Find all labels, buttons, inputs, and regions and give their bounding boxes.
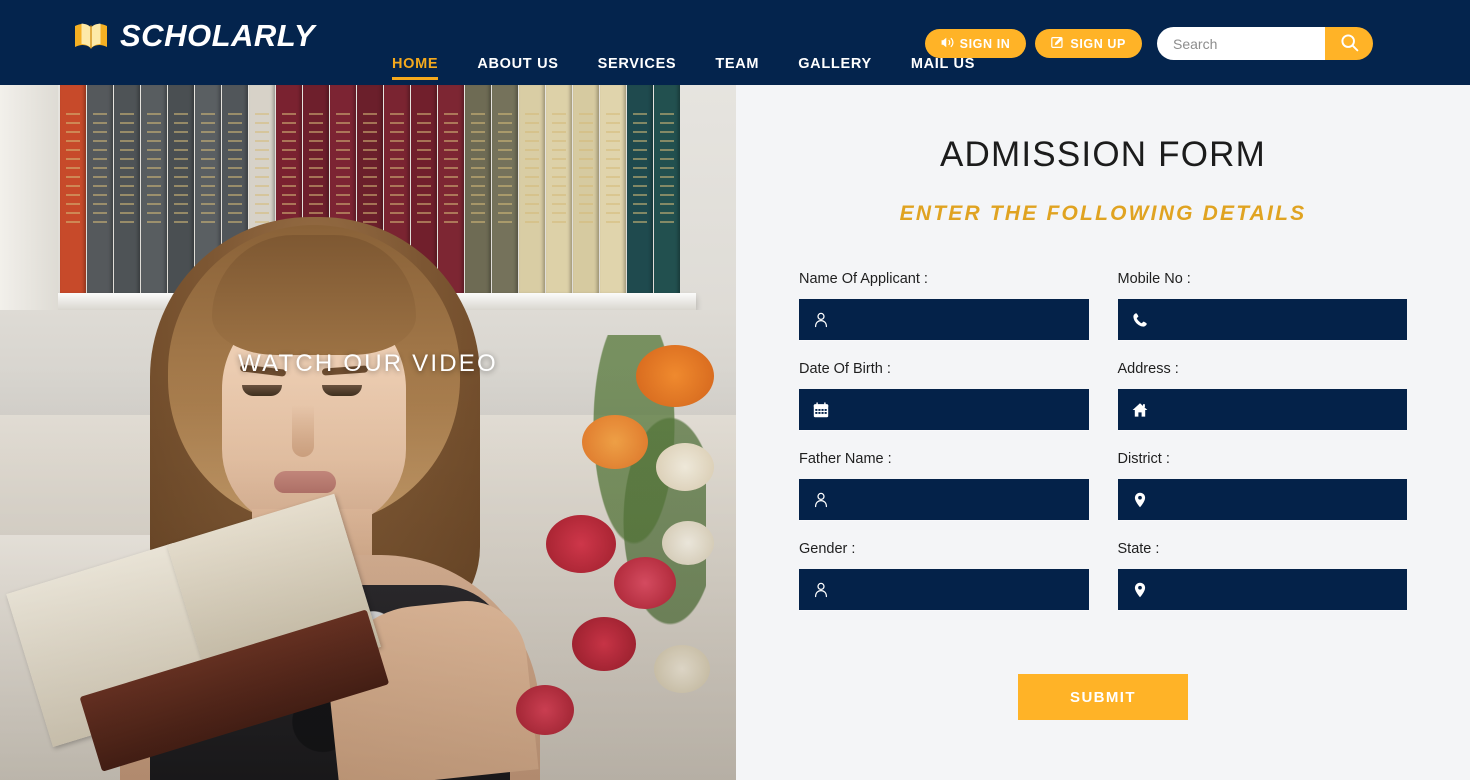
state-input[interactable] (1147, 581, 1393, 598)
address-input[interactable] (1147, 401, 1393, 418)
field-label: Date Of Birth : (799, 361, 891, 377)
field-name-of-applicant: Name Of Applicant : (799, 271, 1089, 340)
user-icon (813, 312, 829, 328)
nav-item-about-us[interactable]: ABOUT US (477, 56, 558, 80)
user-icon (813, 582, 829, 598)
field-label: Mobile No : (1117, 271, 1191, 287)
main-navigation: HOME ABOUT US SERVICES TEAM GALLERY MAIL… (392, 56, 975, 80)
sign-in-label: SIGN IN (959, 36, 1011, 51)
gender-input[interactable] (829, 581, 1075, 598)
sign-up-button[interactable]: SIGN UP (1035, 29, 1142, 58)
field-father-name: Father Name : (799, 451, 1089, 520)
watch-video-label[interactable]: WATCH OUR VIDEO (0, 350, 736, 378)
field-input-wrapper[interactable] (799, 569, 1089, 610)
field-input-wrapper[interactable] (1117, 479, 1407, 520)
field-district: District : (1117, 451, 1407, 520)
field-label: Name Of Applicant : (799, 271, 928, 287)
date-of-birth-input[interactable] (829, 401, 1075, 418)
form-title: ADMISSION FORM (940, 135, 1266, 174)
brand-logo[interactable]: SCHOLARLY (74, 18, 315, 54)
field-label: Gender : (799, 541, 856, 557)
field-mobile-no: Mobile No : (1117, 271, 1407, 340)
search-box (1157, 27, 1373, 60)
field-state: State : (1117, 541, 1407, 610)
sign-up-label: SIGN UP (1070, 36, 1126, 51)
father-name-input[interactable] (829, 491, 1075, 508)
mobile-no-input[interactable] (1147, 311, 1393, 328)
field-label: Father Name : (799, 451, 892, 467)
map-marker-icon (1132, 492, 1148, 508)
field-input-wrapper[interactable] (799, 479, 1089, 520)
field-input-wrapper[interactable] (1117, 299, 1407, 340)
open-book-icon (74, 22, 108, 50)
field-input-wrapper[interactable] (1117, 389, 1407, 430)
nav-item-services[interactable]: SERVICES (598, 56, 677, 80)
submit-row: SUBMIT (736, 674, 1470, 720)
field-input-wrapper[interactable] (1117, 569, 1407, 610)
field-input-wrapper[interactable] (799, 389, 1089, 430)
field-label: District : (1117, 451, 1170, 467)
district-input[interactable] (1147, 491, 1393, 508)
search-button[interactable] (1325, 27, 1373, 60)
nav-item-home[interactable]: HOME (392, 56, 439, 80)
submit-button[interactable]: SUBMIT (1018, 674, 1188, 720)
nav-item-team[interactable]: TEAM (715, 56, 759, 80)
field-label: Address : (1117, 361, 1179, 377)
page-root: SCHOLARLY HOME ABOUT US SERVICES TEAM GA… (0, 0, 1470, 780)
hero-photo[interactable]: WATCH OUR VIDEO (0, 85, 736, 780)
nav-item-gallery[interactable]: GALLERY (798, 56, 872, 80)
field-gender: Gender : (799, 541, 1089, 610)
field-address: Address : (1117, 361, 1407, 430)
field-date-of-birth: Date Of Birth : (799, 361, 1089, 430)
home-icon (1132, 402, 1148, 418)
hero-photo-artwork (0, 85, 736, 780)
phone-icon (1132, 312, 1148, 328)
admission-form-panel: ADMISSION FORM ENTER THE FOLLOWING DETAI… (736, 85, 1470, 780)
name-of-applicant-input[interactable] (829, 311, 1075, 328)
search-input[interactable] (1157, 27, 1325, 60)
calendar-icon (813, 401, 829, 418)
user-icon (813, 492, 829, 508)
search-icon (1339, 32, 1360, 56)
form-fields-grid: Name Of Applicant : Mobile No : Date Of … (736, 271, 1470, 610)
map-marker-icon (1132, 582, 1148, 598)
field-label: State : (1117, 541, 1160, 557)
header-actions: SIGN IN SIGN UP (924, 27, 1373, 60)
sign-in-button[interactable]: SIGN IN (924, 29, 1027, 58)
form-subtitle: ENTER THE FOLLOWING DETAILS (899, 202, 1307, 225)
site-header: SCHOLARLY HOME ABOUT US SERVICES TEAM GA… (0, 0, 1470, 85)
field-input-wrapper[interactable] (799, 299, 1089, 340)
brand-name: SCHOLARLY (120, 18, 316, 53)
sign-in-icon (941, 36, 954, 52)
pencil-square-icon (1051, 36, 1064, 52)
